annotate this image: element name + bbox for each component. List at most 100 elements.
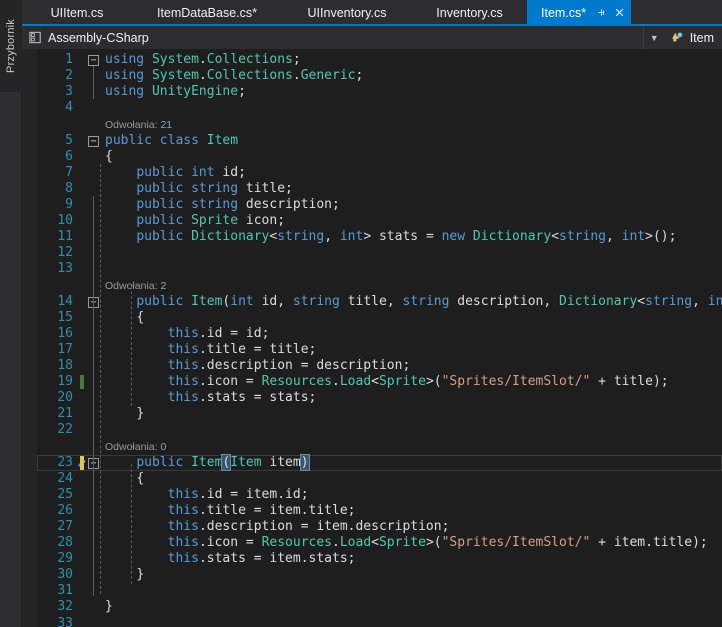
code-line[interactable]: 27 this.description = item.description; <box>37 519 722 535</box>
code-line[interactable]: 29 this.stats = item.stats; <box>37 551 722 567</box>
editor-left-margin <box>22 49 37 627</box>
code-line[interactable]: 7 public int id; <box>37 165 722 181</box>
codelens-references[interactable]: Odwołania: 21 <box>105 117 172 133</box>
code-text: this.title = title; <box>167 341 317 357</box>
code-text: } <box>105 599 113 615</box>
member-name: Item <box>689 30 714 45</box>
indent-guide <box>131 464 132 584</box>
code-line[interactable]: 30 } <box>37 567 722 583</box>
indent-guide <box>100 164 101 594</box>
code-text: this.stats = item.stats; <box>167 551 356 567</box>
code-text: public Dictionary<string, int> stats = n… <box>136 229 677 245</box>
outline-toggle[interactable]: − <box>88 135 99 147</box>
line-number: 32 <box>57 599 73 615</box>
code-text: this.id = id; <box>167 325 270 341</box>
codelens-row[interactable]: Odwołania: 21 <box>37 116 722 132</box>
structure-guide <box>93 66 94 99</box>
toolbox-label: Przybornik <box>5 19 17 73</box>
code-line[interactable]: 22 <box>37 422 722 438</box>
class-icon <box>671 32 683 42</box>
project-selector[interactable]: Assembly-CSharp <box>22 26 644 49</box>
line-number: 14 <box>57 293 73 309</box>
code-line[interactable]: 1 − using System.Collections; <box>37 52 722 68</box>
code-line[interactable]: 8 public string title; <box>37 181 722 197</box>
pin-icon[interactable] <box>593 5 609 21</box>
line-number: 1 <box>65 52 73 67</box>
codelens-references[interactable]: Odwołania: 0 <box>105 439 166 455</box>
code-line[interactable]: 18 this.description = description; <box>37 358 722 374</box>
line-number: 23 <box>57 454 73 470</box>
code-line[interactable]: 17 this.title = title; <box>37 342 722 358</box>
code-line[interactable]: 20 this.stats = stats; <box>37 390 722 406</box>
line-number: 9 <box>65 196 73 212</box>
code-line[interactable]: 16 this.id = id; <box>37 326 722 342</box>
editor-tab-inventorycs[interactable]: Inventory.cs <box>412 0 527 25</box>
line-number: 12 <box>57 245 73 261</box>
editor-tab-itemdatabasecs[interactable]: ItemDataBase.cs* <box>132 0 282 25</box>
code-line[interactable]: 33 <box>37 616 722 627</box>
tab-label: UIInventory.cs <box>307 5 387 20</box>
tab-label: ItemDataBase.cs* <box>156 5 258 20</box>
navigation-bar: Assembly-CSharp ▼ Item <box>22 26 722 49</box>
project-icon <box>29 31 41 44</box>
code-text: public string description; <box>136 196 340 212</box>
code-line[interactable]: 25 this.id = item.id; <box>37 487 722 503</box>
code-line[interactable]: 4 <box>37 100 722 116</box>
codelens-row[interactable]: Odwołania: 2 <box>37 277 722 293</box>
code-surface[interactable]: 1− using System.Collections; 2 using System… <box>37 49 722 627</box>
editor-tab-itemcs[interactable]: Item.cs* <box>527 0 632 25</box>
code-text: this.icon = Resources.Load<Sprite>("Spri… <box>167 374 669 389</box>
code-line[interactable]: 2 using System.Collections.Generic; <box>37 68 722 84</box>
code-text: public int id; <box>136 164 246 180</box>
code-line[interactable]: 21 } <box>37 406 722 422</box>
code-text: public Item(Item item) <box>136 453 310 471</box>
editor-tab-uiitemcs[interactable]: UIItem.cs <box>22 0 132 25</box>
code-line[interactable]: 15 { <box>37 310 722 326</box>
line-number: 29 <box>57 551 73 567</box>
member-selector[interactable]: ▼ Item <box>644 26 722 49</box>
chevron-down-icon[interactable]: ▼ <box>650 33 659 43</box>
tab-label: Item.cs* <box>541 5 587 20</box>
code-editor[interactable]: 1− using System.Collections; 2 using System… <box>22 49 722 627</box>
code-line[interactable]: 11 public Dictionary<string, int> stats … <box>37 229 722 245</box>
code-line[interactable]: 26 this.title = item.title; <box>37 503 722 519</box>
tab-label: UIItem.cs <box>50 5 104 20</box>
code-line[interactable]: 13 <box>37 261 722 277</box>
line-number: 22 <box>57 422 73 438</box>
toolbox-tab[interactable]: Przybornik <box>0 0 22 92</box>
code-text: this.id = item.id; <box>167 486 309 502</box>
code-line[interactable]: 6{ <box>37 149 722 165</box>
editor-tab-uiinventorycs[interactable]: UIInventory.cs <box>282 0 412 25</box>
code-line[interactable]: 9 public string description; <box>37 197 722 213</box>
line-number: 26 <box>57 502 73 518</box>
code-line[interactable]: 23− public Item(Item item) <box>37 453 722 471</box>
line-number: 33 <box>57 615 73 627</box>
code-line[interactable]: 32} <box>37 599 722 615</box>
code-text: } <box>136 567 145 583</box>
line-number: 11 <box>57 229 73 245</box>
code-line[interactable]: 12 <box>37 245 722 261</box>
code-line[interactable]: 28 this.icon = Resources.Load<Sprite>("S… <box>37 535 722 551</box>
codelens-references[interactable]: Odwołania: 2 <box>105 278 166 294</box>
line-number: 4 <box>65 100 73 116</box>
line-number: 21 <box>57 406 73 422</box>
code-line[interactable]: 19 this.icon = Resources.Load<Sprite>("S… <box>37 374 722 390</box>
code-line[interactable]: 3 using UnityEngine; <box>37 84 722 100</box>
code-text: this.icon = Resources.Load<Sprite>("Spri… <box>167 535 708 550</box>
line-number: 17 <box>57 341 73 357</box>
structure-guide <box>93 196 94 596</box>
line-number: 19 <box>57 374 73 389</box>
outline-toggle[interactable]: − <box>88 55 99 66</box>
line-number: 18 <box>57 357 73 373</box>
code-line[interactable]: 31 <box>37 583 722 599</box>
code-line[interactable]: 24 { <box>37 471 722 487</box>
line-number: 31 <box>57 583 73 599</box>
code-line[interactable]: 5 − public class Item <box>37 133 722 149</box>
project-name: Assembly-CSharp <box>48 30 149 45</box>
code-line[interactable]: 10 public Sprite icon; <box>37 213 722 229</box>
code-text: { <box>105 148 113 164</box>
close-icon[interactable] <box>611 5 627 21</box>
code-text: { <box>136 309 145 325</box>
code-line[interactable]: 14− public Item(int id, string title, st… <box>37 294 722 310</box>
codelens-row[interactable]: Odwołania: 0 <box>37 438 722 454</box>
